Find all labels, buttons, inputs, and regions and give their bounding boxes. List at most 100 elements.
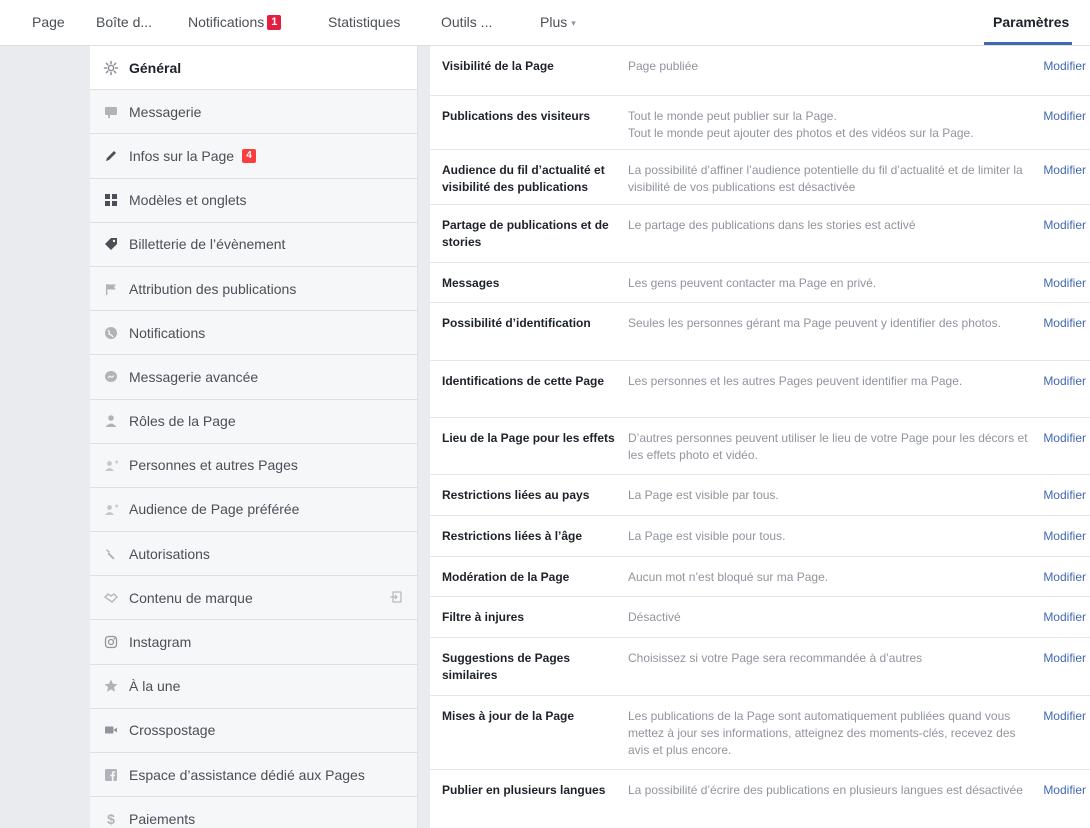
- nav-tab-tools[interactable]: Outils ...: [441, 14, 492, 30]
- sidebar-item-people-other-pages[interactable]: ★ Personnes et autres Pages: [90, 443, 417, 488]
- ticket-tag-icon: [102, 235, 120, 253]
- nav-tab-settings[interactable]: Paramètres: [993, 14, 1069, 30]
- setting-label: Lieu de la Page pour les effets: [442, 431, 615, 445]
- nav-tab-more[interactable]: Plus ▾: [540, 14, 576, 30]
- person-star-icon: ★: [102, 500, 120, 518]
- gear-icon: [102, 59, 120, 77]
- setting-label: Possibilité d’identification: [442, 316, 591, 330]
- sidebar-item-advanced-messaging[interactable]: Messagerie avancée: [90, 355, 417, 400]
- setting-row-page-tagging[interactable]: Identifications de cette Page Les person…: [430, 361, 1090, 418]
- sidebar-item-page-info[interactable]: Infos sur la Page 4: [90, 134, 417, 179]
- setting-value: Le partage des publications dans les sto…: [628, 218, 916, 232]
- sidebar-item-event-ticketing[interactable]: Billetterie de l’évènement: [90, 222, 417, 267]
- edit-link[interactable]: Modifier: [1043, 108, 1086, 125]
- sidebar-item-label: Crosspostage: [129, 722, 216, 739]
- edit-link[interactable]: Modifier: [1043, 373, 1086, 390]
- setting-row-page-location-effects[interactable]: Lieu de la Page pour les effets D’autres…: [430, 418, 1090, 475]
- setting-value: Les personnes et les autres Pages peuven…: [628, 374, 963, 388]
- edit-link[interactable]: Modifier: [1043, 430, 1086, 447]
- setting-label: Filtre à injures: [442, 610, 525, 624]
- sidebar-item-page-support-inbox[interactable]: Espace d’assistance dédié aux Pages: [90, 753, 417, 798]
- sidebar-item-crossposting[interactable]: Crosspostage: [90, 708, 417, 753]
- nav-tab-notifications[interactable]: Notifications 1: [188, 14, 282, 30]
- sidebar-item-label: Infos sur la Page: [129, 147, 235, 164]
- sidebar-item-label: Personnes et autres Pages: [129, 457, 298, 474]
- sidebar-item-label: Contenu de marque: [129, 589, 253, 606]
- sidebar-item-label: Rôles de la Page: [129, 413, 236, 430]
- flag-icon: [102, 280, 120, 298]
- setting-value: La possibilité d’affiner l’audience pote…: [628, 163, 1023, 194]
- setting-row-page-visibility[interactable]: Visibilité de la Page Page publiée Modif…: [430, 46, 1090, 96]
- caret-down-icon: ▾: [571, 18, 576, 28]
- nav-tab-label: Statistiques: [328, 14, 401, 30]
- setting-row-profanity-filter[interactable]: Filtre à injures Désactivé Modifier: [430, 597, 1090, 638]
- setting-row-age-restrictions[interactable]: Restrictions liées à l’âge La Page est v…: [430, 516, 1090, 557]
- export-icon[interactable]: [389, 590, 403, 604]
- setting-row-tagging-ability[interactable]: Possibilité d’identification Seules les …: [430, 303, 1090, 361]
- top-navigation: Page Boîte d... Notifications 1 Statistiq…: [0, 0, 1090, 46]
- sidebar-item-label: Audience de Page préférée: [129, 501, 300, 518]
- setting-row-country-restrictions[interactable]: Restrictions liées au pays La Page est v…: [430, 475, 1090, 516]
- edit-link[interactable]: Modifier: [1043, 315, 1086, 332]
- edit-link[interactable]: Modifier: [1043, 708, 1086, 725]
- edit-link[interactable]: Modifier: [1043, 162, 1086, 179]
- setting-row-news-feed-audience[interactable]: Audience du fil d’actualité et visibilit…: [430, 150, 1090, 205]
- edit-link[interactable]: Modifier: [1043, 569, 1086, 586]
- edit-link[interactable]: Modifier: [1043, 217, 1086, 234]
- setting-row-page-moderation[interactable]: Modération de la Page Aucun mot n’est bl…: [430, 557, 1090, 597]
- edit-link[interactable]: Modifier: [1043, 528, 1086, 545]
- nav-tab-insights[interactable]: Statistiques: [328, 14, 400, 30]
- setting-value: La Page est visible pour tous.: [628, 529, 786, 543]
- sidebar-item-templates-tabs[interactable]: Modèles et onglets: [90, 178, 417, 223]
- sidebar-item-general[interactable]: Général: [90, 46, 417, 91]
- edit-link[interactable]: Modifier: [1043, 609, 1086, 626]
- setting-label: Messages: [442, 276, 500, 290]
- sidebar-item-payments[interactable]: $ Paiements: [90, 797, 417, 828]
- edit-link[interactable]: Modifier: [1043, 275, 1086, 292]
- nav-tab-label: Notifications: [188, 14, 265, 30]
- nav-tab-page[interactable]: Page: [32, 14, 65, 30]
- globe-icon: [102, 324, 120, 342]
- setting-value: Désactivé: [628, 610, 681, 624]
- setting-row-multilingual-posts[interactable]: Publier en plusieurs langues La possibil…: [430, 770, 1090, 828]
- setting-row-similar-page-suggestions[interactable]: Suggestions de Pages similaires Choisiss…: [430, 638, 1090, 696]
- sidebar-item-featured[interactable]: À la une: [90, 664, 417, 709]
- sidebar-item-label: Messagerie: [129, 103, 202, 120]
- sidebar-item-messaging[interactable]: Messagerie: [90, 90, 417, 135]
- notifications-count-badge: 1: [267, 15, 282, 30]
- setting-value: Page publiée: [628, 59, 699, 73]
- edit-link[interactable]: Modifier: [1043, 650, 1086, 667]
- edit-link[interactable]: Modifier: [1043, 487, 1086, 504]
- sidebar-item-preferred-audience[interactable]: ★ Audience de Page préférée: [90, 487, 417, 533]
- setting-value: Les publications de la Page sont automat…: [628, 709, 1016, 757]
- sidebar-item-label: Instagram: [129, 634, 192, 651]
- sidebar-item-page-roles[interactable]: Rôles de la Page: [90, 399, 417, 444]
- setting-row-messages[interactable]: Messages Les gens peuvent contacter ma P…: [430, 263, 1090, 303]
- sidebar-item-instagram[interactable]: Instagram: [90, 620, 417, 665]
- svg-text:★: ★: [114, 459, 119, 466]
- nav-tab-label: Plus: [540, 14, 568, 30]
- sidebar-item-label: Autorisations: [129, 545, 210, 562]
- setting-row-story-sharing[interactable]: Partage de publications et de stories Le…: [430, 205, 1090, 263]
- page-info-count-badge: 4: [242, 148, 257, 163]
- sidebar-item-branded-content[interactable]: Contenu de marque: [90, 576, 417, 621]
- nav-tab-label: Page: [32, 14, 65, 30]
- edit-link[interactable]: Modifier: [1043, 782, 1086, 799]
- sidebar-item-label: Notifications: [129, 324, 206, 341]
- chat-bubble-icon: [102, 103, 120, 121]
- setting-label: Restrictions liées au pays: [442, 488, 590, 502]
- edit-link[interactable]: Modifier: [1043, 58, 1086, 75]
- sidebar-item-post-attribution[interactable]: Attribution des publications: [90, 266, 417, 312]
- sidebar-item-permissions[interactable]: Autorisations: [90, 532, 417, 577]
- sidebar-item-notifications[interactable]: Notifications: [90, 311, 417, 356]
- general-settings-list: Visibilité de la Page Page publiée Modif…: [430, 46, 1090, 828]
- nav-tab-inbox[interactable]: Boîte d...: [96, 14, 152, 30]
- setting-row-page-updates[interactable]: Mises à jour de la Page Les publications…: [430, 696, 1090, 770]
- star-icon: [102, 677, 120, 695]
- sidebar-item-label: Billetterie de l’évènement: [129, 236, 286, 253]
- sidebar-item-label: Paiements: [129, 810, 196, 827]
- setting-label: Visibilité de la Page: [442, 59, 554, 73]
- setting-label: Partage de publications et de stories: [442, 218, 609, 249]
- setting-row-visitor-posts[interactable]: Publications des visiteurs Tout le monde…: [430, 96, 1090, 150]
- settings-sidebar: Général Messagerie Infos sur la Page 4 M…: [90, 46, 418, 828]
